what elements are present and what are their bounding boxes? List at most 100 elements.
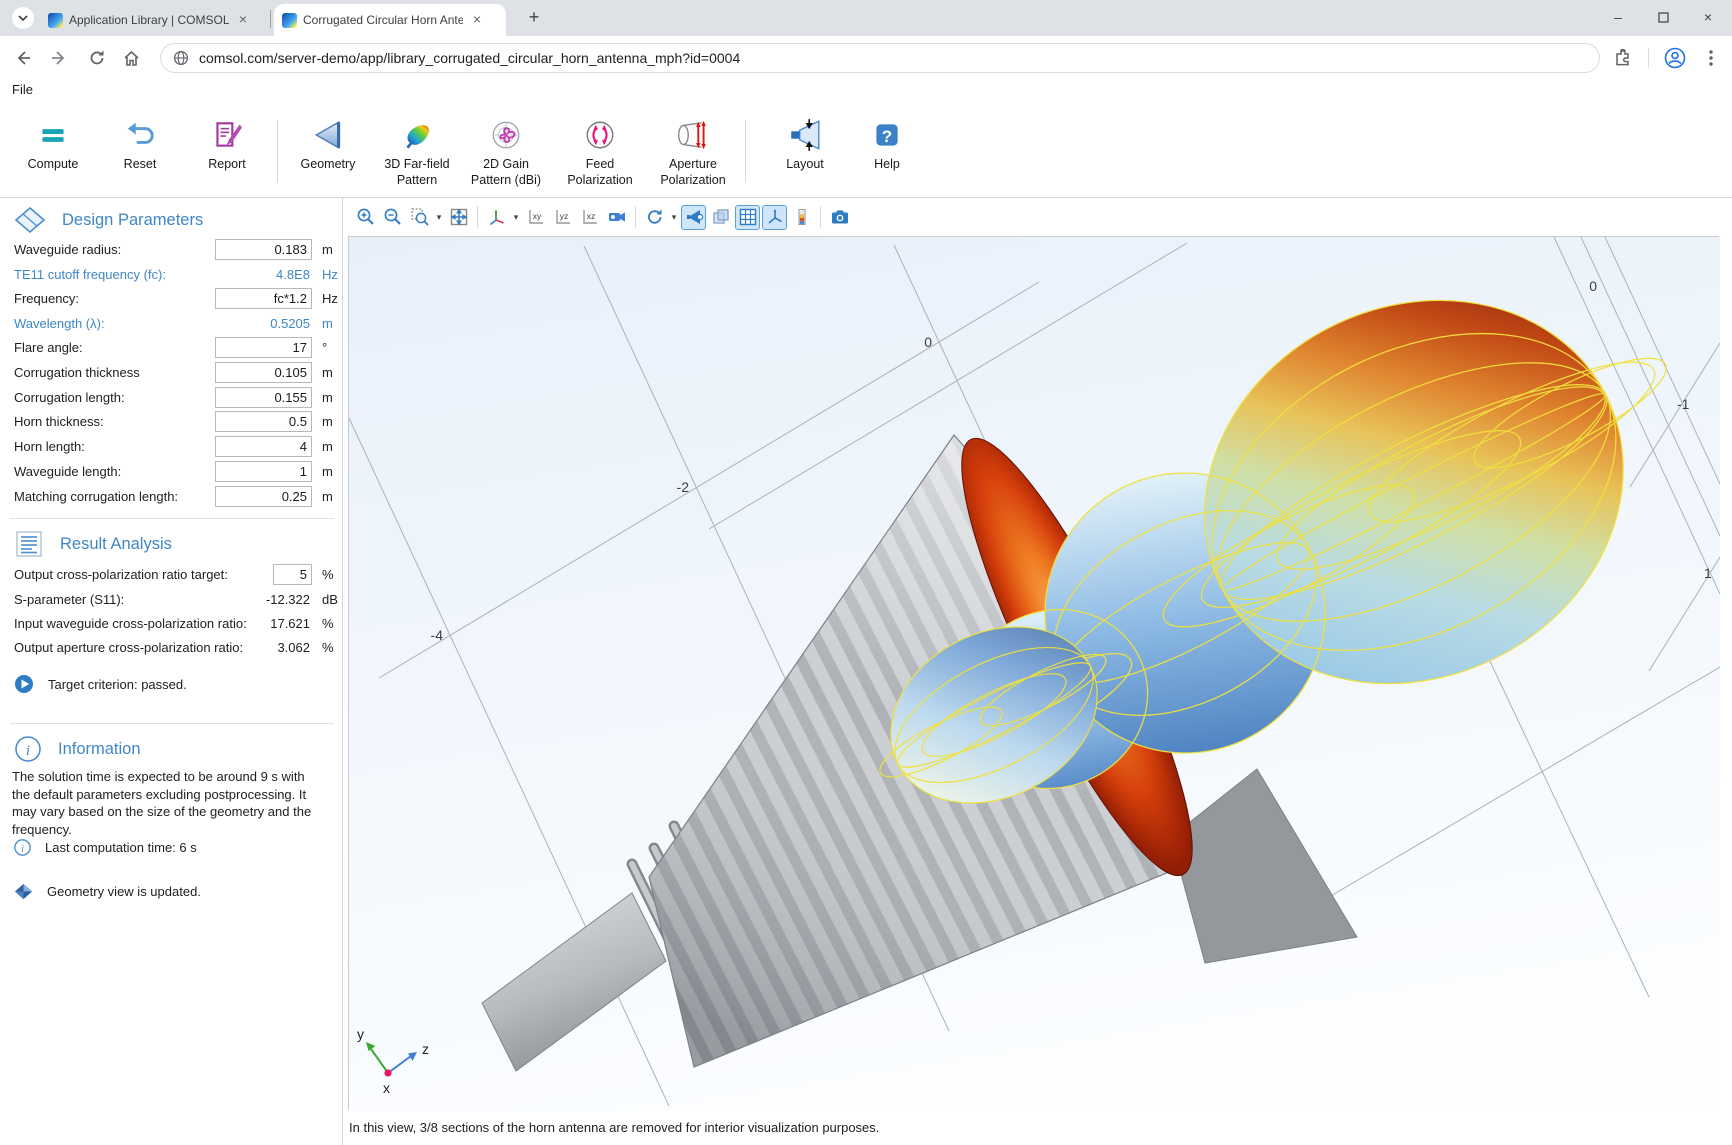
flare-angle-input[interactable]: [215, 337, 312, 358]
gain-pattern-icon: [460, 106, 552, 152]
zoom-box-button[interactable]: [407, 205, 432, 230]
reload-button[interactable]: [82, 43, 112, 73]
param-row: Horn thickness: m: [14, 411, 338, 433]
design-parameters-header: Design Parameters: [14, 206, 203, 234]
new-tab-button[interactable]: +: [522, 6, 546, 30]
go-to-view-button[interactable]: [484, 205, 509, 230]
section-divider: [10, 723, 334, 724]
param-row: Waveguide radius: m: [14, 239, 338, 261]
perspective-button[interactable]: [604, 205, 629, 230]
zoom-extents-button[interactable]: [446, 205, 471, 230]
tab-separator: [270, 10, 271, 28]
profile-button[interactable]: [1660, 43, 1690, 73]
kebab-menu-icon: [1709, 50, 1713, 66]
reset-button[interactable]: Reset: [94, 106, 186, 172]
window-close-button[interactable]: ×: [1686, 0, 1730, 34]
grid-toggle[interactable]: [735, 205, 760, 230]
profile-icon: [1664, 47, 1686, 69]
yz-view-button[interactable]: yz: [550, 205, 575, 230]
geometry-status: Geometry view is updated.: [14, 883, 201, 900]
axes-toggle[interactable]: [762, 205, 787, 230]
url-bar[interactable]: comsol.com/server-demo/app/library_corru…: [160, 43, 1600, 73]
param-row: Wavelength (λ): 0.5205 m: [14, 313, 338, 335]
matching-corrugation-length-input[interactable]: [215, 486, 312, 507]
site-info-icon[interactable]: [173, 50, 189, 66]
file-menu[interactable]: File: [12, 82, 33, 97]
information-body: The solution time is expected to be arou…: [12, 768, 314, 838]
zoom-in-button[interactable]: [353, 205, 378, 230]
tab-close-icon[interactable]: ×: [235, 12, 251, 28]
show-geometry-toggle[interactable]: [681, 205, 706, 230]
window-minimize-button[interactable]: –: [1596, 0, 1640, 34]
transparency-toggle[interactable]: [708, 205, 733, 230]
compute-icon: [7, 106, 99, 152]
tab-close-icon[interactable]: ×: [469, 12, 485, 28]
comsol-app: File Compute Reset Report Geometry 3D Fa…: [0, 80, 1732, 1145]
browser-menu-button[interactable]: [1696, 43, 1726, 73]
param-row: Matching corrugation length: m: [14, 486, 338, 508]
axes-icon: [765, 207, 785, 227]
zoom-in-icon: [356, 207, 376, 227]
horn-thickness-input[interactable]: [215, 411, 312, 432]
chevron-down-icon: [17, 12, 29, 24]
information-header: i Information: [14, 735, 141, 763]
tab-application-library[interactable]: Application Library | COMSOL S ×: [40, 4, 266, 36]
screenshot-button[interactable]: [827, 205, 852, 230]
svg-text:0: 0: [924, 334, 932, 350]
back-button[interactable]: [8, 43, 38, 73]
horn-length-input[interactable]: [215, 436, 312, 457]
browser-navbar: comsol.com/server-demo/app/library_corru…: [0, 36, 1732, 80]
result-row: S-parameter (S11): -12.322 dB: [14, 589, 338, 611]
corrugation-thickness-input[interactable]: [215, 362, 312, 383]
zoom-out-button[interactable]: [380, 205, 405, 230]
svg-text:i: i: [21, 844, 24, 855]
param-row: TE11 cutoff frequency (fc): 4.8E8 Hz: [14, 264, 338, 286]
report-button[interactable]: Report: [181, 106, 273, 172]
layout-button[interactable]: Layout: [759, 106, 851, 172]
toolbar-separator: [635, 206, 636, 228]
forward-button[interactable]: [44, 43, 74, 73]
svg-text:xy: xy: [532, 211, 541, 221]
graphics-canvas[interactable]: 0 -2 -4 0 -1 1 y z x: [348, 236, 1719, 1110]
result-row: Output cross-polarization ratio target: …: [14, 564, 338, 586]
rotate-icon: [645, 207, 665, 227]
xz-view-button[interactable]: xz: [577, 205, 602, 230]
geometry-button[interactable]: Geometry: [282, 106, 374, 172]
gain-pattern-button[interactable]: 2D GainPattern (dBi): [460, 106, 552, 189]
extensions-button[interactable]: [1608, 43, 1638, 73]
reload-icon: [88, 49, 106, 67]
color-legend-toggle[interactable]: [789, 205, 814, 230]
tab-horn-antenna[interactable]: Corrugated Circular Horn Anten ×: [274, 4, 506, 36]
corrugation-length-input[interactable]: [215, 387, 312, 408]
home-button[interactable]: [116, 43, 146, 73]
rotate-dropdown[interactable]: ▾: [669, 212, 679, 223]
far-field-pattern-button[interactable]: 3D Far-fieldPattern: [371, 106, 463, 189]
xz-view-icon: xz: [580, 207, 600, 227]
xy-view-button[interactable]: xy: [523, 205, 548, 230]
far-field-icon: [371, 106, 463, 152]
tab-title: Application Library | COMSOL S: [69, 13, 229, 27]
tab-search-button[interactable]: [12, 7, 34, 29]
navbar-divider: [1648, 48, 1649, 68]
svg-text:?: ?: [882, 127, 892, 146]
help-button[interactable]: ? Help: [841, 106, 933, 172]
zoom-box-dropdown[interactable]: ▾: [434, 212, 444, 223]
triad-y-label: y: [357, 1026, 364, 1042]
svg-text:1: 1: [1704, 565, 1712, 581]
param-row: Frequency: Hz: [14, 288, 338, 310]
cross-polarization-target-input[interactable]: [273, 564, 312, 585]
screenshot-camera-icon: [830, 207, 850, 227]
feed-polarization-button[interactable]: FeedPolarization: [554, 106, 646, 189]
window-maximize-button[interactable]: [1641, 0, 1685, 34]
url-text: comsol.com/server-demo/app/library_corru…: [199, 50, 740, 66]
aperture-polarization-icon: [647, 106, 739, 152]
aperture-polarization-button[interactable]: AperturePolarization: [647, 106, 739, 189]
rotate-button[interactable]: [642, 205, 667, 230]
color-legend-icon: [792, 207, 812, 227]
frequency-input[interactable]: [215, 288, 312, 309]
waveguide-radius-input[interactable]: [215, 239, 312, 260]
go-to-view-dropdown[interactable]: ▾: [511, 212, 521, 223]
svg-text:yz: yz: [559, 211, 568, 221]
waveguide-length-input[interactable]: [215, 461, 312, 482]
compute-button[interactable]: Compute: [7, 106, 99, 172]
